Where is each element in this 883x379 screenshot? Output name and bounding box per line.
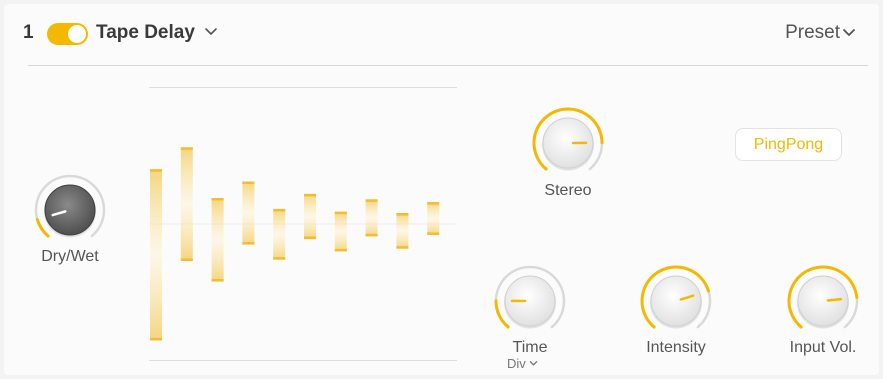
delay-taps-graph — [149, 87, 457, 361]
delay-tap-top-cap — [365, 199, 378, 202]
preset-menu[interactable]: Preset — [785, 22, 856, 44]
delay-tap-bottom-cap — [273, 257, 286, 260]
delay-tap-bottom-cap — [242, 242, 255, 245]
delay-tap-bar — [396, 213, 409, 249]
delay-tap-bar — [211, 197, 224, 282]
delay-tap-bottom-cap — [304, 236, 316, 240]
delay-tap-top-cap — [304, 193, 316, 197]
delay-tap-top-cap — [180, 147, 193, 150]
dry-wet-label: Dry/Wet — [41, 248, 99, 265]
delay-tap-bar — [304, 193, 316, 240]
delay-tap-bottom-cap — [180, 258, 193, 261]
knob-body — [44, 184, 96, 236]
intensity-label: Intensity — [646, 339, 706, 356]
knob-pointer — [826, 297, 843, 302]
time-label: Time — [512, 339, 548, 356]
delay-tap-top-cap — [396, 213, 409, 216]
dry-wet-knob[interactable] — [32, 172, 108, 248]
preset-label: Preset — [785, 22, 840, 43]
delay-tap-top-cap — [211, 197, 224, 201]
delay-tap-bar — [273, 208, 286, 260]
chevron-down-icon[interactable] — [204, 25, 218, 39]
time-knob[interactable] — [492, 263, 568, 339]
knob-body — [797, 275, 849, 327]
effect-panel: 1 Tape Delay Preset Dry/Wet Stereo PingP… — [4, 4, 879, 375]
delay-tap-bar — [150, 169, 162, 341]
intensity-knob[interactable] — [638, 263, 714, 339]
delay-tap-top-cap — [427, 202, 440, 205]
pingpong-button[interactable]: PingPong — [735, 128, 842, 161]
time-division-label: Div — [507, 356, 526, 371]
input-vol-knob[interactable] — [785, 263, 861, 339]
delay-tap-top-cap — [273, 208, 286, 212]
delay-tap-bar — [180, 147, 193, 261]
delay-tap-bottom-cap — [396, 246, 409, 249]
slot-number: 1 — [23, 22, 34, 43]
delay-tap-top-cap — [334, 211, 347, 215]
delay-tap-bottom-cap — [427, 232, 440, 235]
effect-enable-toggle[interactable] — [47, 23, 88, 45]
delay-tap-bar — [365, 199, 378, 237]
delay-tap-bottom-cap — [211, 279, 224, 282]
toggle-knob — [68, 25, 86, 43]
delay-tap-bottom-cap — [334, 248, 347, 252]
chevron-down-icon — [843, 29, 855, 36]
time-division-dropdown[interactable]: Div — [507, 356, 538, 371]
delay-tap-bar — [334, 211, 347, 252]
input-vol-label: Input Vol. — [789, 339, 857, 356]
stereo-knob[interactable] — [530, 105, 606, 181]
chevron-down-icon — [529, 361, 538, 366]
stereo-label: Stereo — [544, 182, 592, 199]
delay-tap-bottom-cap — [150, 337, 162, 341]
delay-tap-top-cap — [150, 169, 162, 172]
effect-name[interactable]: Tape Delay — [96, 22, 195, 44]
delay-tap-bottom-cap — [365, 233, 378, 237]
delay-tap-top-cap — [242, 181, 255, 185]
delay-tap-bar — [427, 202, 440, 235]
knob-body — [650, 275, 702, 327]
header-divider — [28, 65, 868, 66]
delay-tap-bar — [242, 181, 255, 245]
